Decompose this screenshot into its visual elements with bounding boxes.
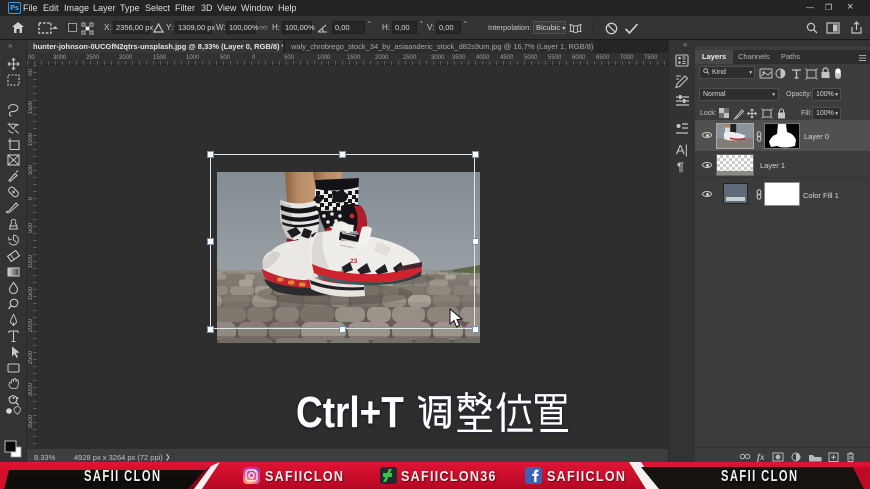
svg-text:fx: fx <box>757 452 765 462</box>
svg-text:¶: ¶ <box>677 160 684 174</box>
svg-text:A|: A| <box>676 142 688 157</box>
